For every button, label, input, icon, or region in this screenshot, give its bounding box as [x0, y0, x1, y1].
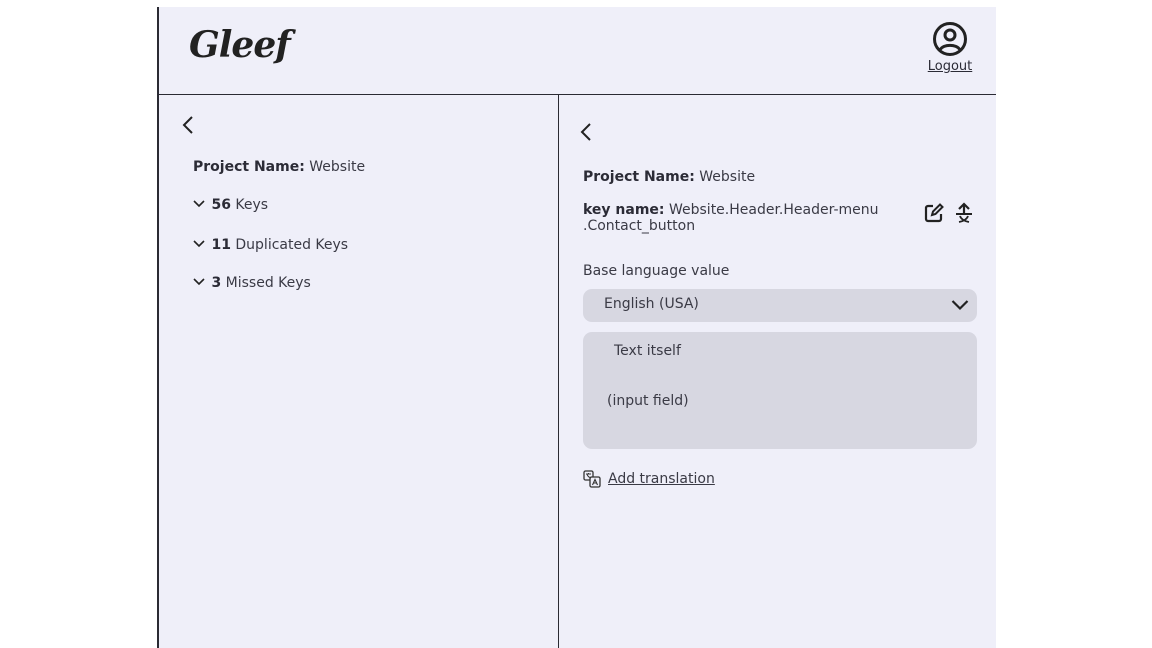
text-line: Text itself — [614, 343, 681, 359]
chevron-down-icon — [193, 200, 205, 208]
back-icon[interactable] — [579, 122, 595, 142]
chevron-down-icon — [951, 300, 969, 311]
key-name: key name: Website.Header.Header-menu .Co… — [583, 202, 879, 234]
left-panel: Project Name: Website 56 Keys 11 Duplica… — [159, 95, 559, 648]
edit-icon[interactable] — [923, 202, 945, 224]
add-translation-link[interactable]: Add translation — [583, 470, 715, 488]
key-actions — [923, 202, 975, 224]
right-panel: Project Name: Website key name: Website.… — [559, 95, 996, 648]
logout-label: Logout — [927, 59, 973, 74]
add-translation-label: Add translation — [608, 471, 715, 487]
text-line: (input field) — [607, 393, 689, 409]
project-name: Project Name: Website — [583, 169, 756, 185]
translation-text-field[interactable]: Text itself (input field) — [583, 332, 977, 449]
tree-item-missed-keys[interactable]: 3 Missed Keys — [193, 275, 311, 291]
back-icon[interactable] — [181, 115, 197, 135]
tree-item-duplicated-keys[interactable]: 11 Duplicated Keys — [193, 237, 348, 253]
header: Gleef Logout — [159, 7, 996, 95]
language-select-value: English (USA) — [604, 296, 699, 312]
project-name: Project Name: Website — [193, 159, 366, 175]
app-frame: Gleef Logout Project Name: Website 56 Ke… — [157, 7, 996, 648]
logout-button[interactable]: Logout — [924, 21, 976, 74]
tree-item-keys[interactable]: 56 Keys — [193, 197, 268, 213]
translate-icon — [583, 470, 601, 488]
logo: Gleef — [189, 24, 291, 66]
user-circle-icon — [933, 22, 967, 56]
base-language-label: Base language value — [583, 263, 730, 279]
chevron-down-icon — [193, 278, 205, 286]
chevron-down-icon — [193, 240, 205, 248]
translate-upload-icon[interactable] — [953, 202, 975, 224]
language-select[interactable]: English (USA) — [583, 289, 977, 322]
